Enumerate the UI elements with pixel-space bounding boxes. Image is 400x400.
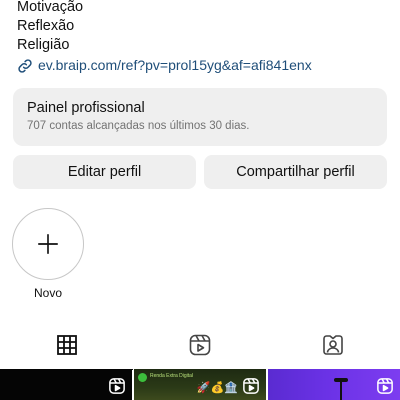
post-thumbnail[interactable] [0, 369, 132, 400]
edit-profile-button[interactable]: Editar perfil [13, 155, 196, 189]
share-profile-button[interactable]: Compartilhar perfil [204, 155, 387, 189]
tagged-icon [323, 335, 344, 355]
bio-link[interactable]: ev.braip.com/ref?pv=prol15yg&af=afi841en… [17, 56, 312, 75]
plus-icon [38, 234, 58, 254]
bio-line-motivation: Motivação [17, 0, 84, 15]
profile-page: Motivação Reflexão Religião ev.braip.com… [0, 0, 400, 400]
tripod-shape [340, 380, 342, 400]
posts-grid: Renda Extra Digital 🚀💰🏦 [0, 369, 400, 400]
new-highlight-label: Novo [33, 286, 62, 300]
bio-line-reflection: Reflexão [17, 18, 75, 34]
post-caption: Renda Extra Digital [150, 373, 194, 379]
post-emoji: 🚀💰🏦 [196, 381, 238, 394]
professional-dashboard-panel[interactable]: Painel profissional 707 contas alcançada… [13, 88, 387, 146]
link-icon [18, 58, 32, 73]
profile-tabs [0, 322, 400, 370]
tab-reels[interactable] [133, 322, 266, 368]
tab-tagged[interactable] [267, 322, 400, 368]
post-thumbnail[interactable]: Renda Extra Digital 🚀💰🏦 [134, 369, 266, 400]
reel-badge-icon [377, 378, 393, 394]
reels-icon [189, 334, 211, 356]
reel-badge-icon [109, 378, 125, 394]
professional-dashboard-title: Painel profissional [27, 100, 145, 116]
grid-icon [56, 335, 77, 355]
tab-posts-grid[interactable] [0, 322, 134, 370]
new-highlight-button[interactable] [12, 208, 84, 280]
reel-badge-icon [243, 378, 259, 394]
bio-line-religion: Religião [17, 37, 70, 53]
post-thumbnail[interactable] [268, 369, 400, 400]
profile-bio: Motivação Reflexão Religião ev.braip.com… [17, 0, 312, 75]
professional-dashboard-subtitle: 707 contas alcançadas nos últimos 30 dia… [27, 120, 250, 132]
bio-link-text[interactable]: ev.braip.com/ref?pv=prol15yg&af=afi841en… [38, 56, 312, 75]
avatar [138, 373, 147, 382]
